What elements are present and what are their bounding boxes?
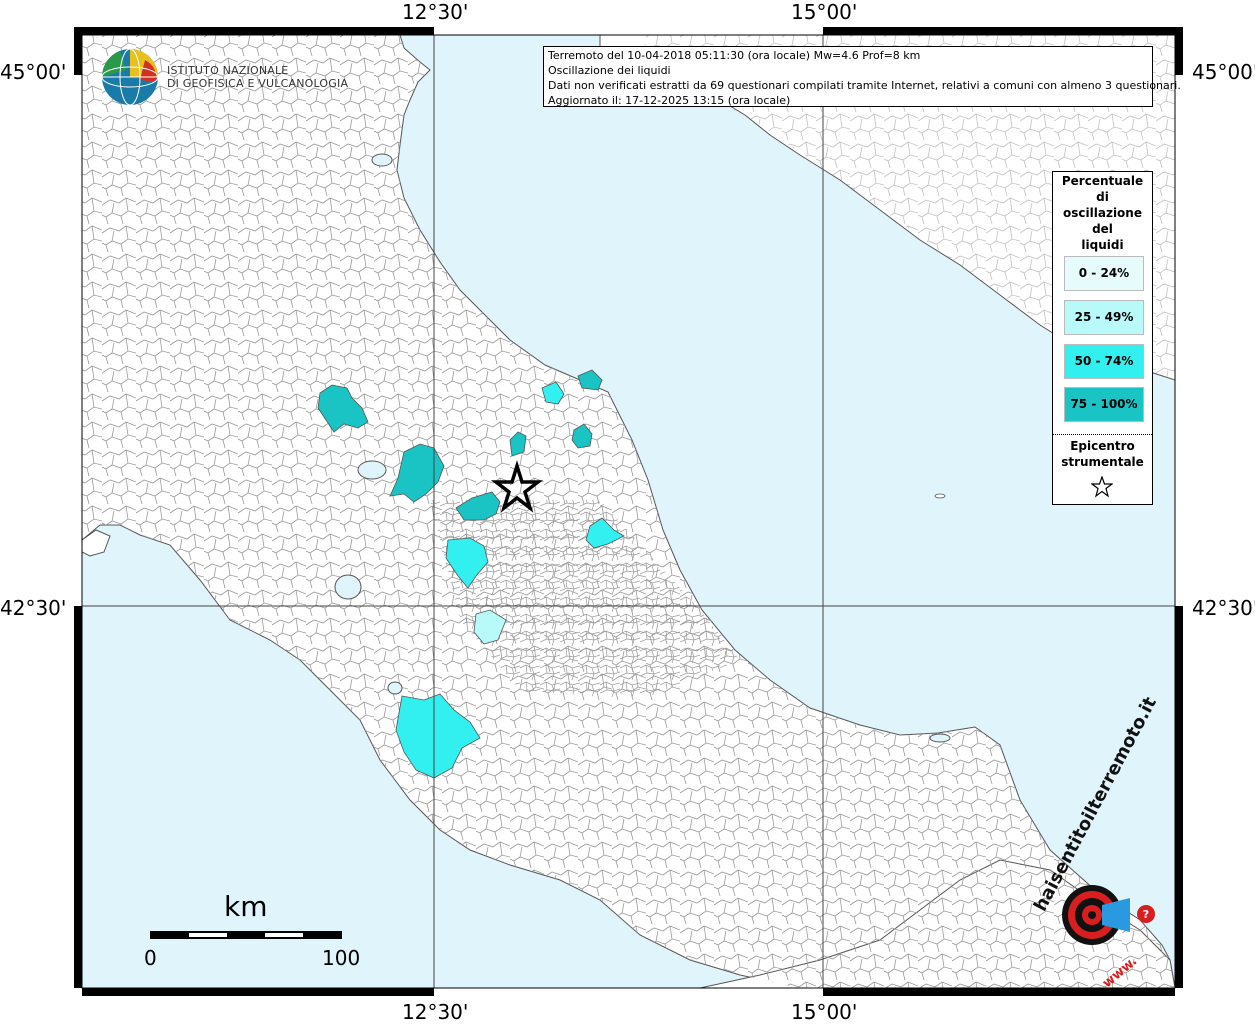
lon-label-top-1: 12°30'	[402, 0, 469, 24]
data-note-line: Dati non verificati estratti da 69 quest…	[548, 79, 1181, 92]
legend-class-25-49: 25 - 49%	[1064, 300, 1144, 335]
legend-star-icon	[1091, 476, 1113, 498]
ingv-logo-line1: ISTITUTO NAZIONALE	[167, 64, 289, 77]
legend-class-0-24: 0 - 24%	[1064, 256, 1144, 291]
lon-label-bottom-1: 12°30'	[402, 1000, 469, 1024]
event-line: Terremoto del 10-04-2018 05:11:30 (ora l…	[548, 49, 921, 62]
legend-title-l4: del	[1092, 222, 1113, 236]
map-type-line: Oscillazione dei liquidi	[548, 64, 671, 77]
ingv-logo-icon	[101, 48, 159, 106]
legend-class-75-100: 75 - 100%	[1064, 387, 1144, 422]
lon-label-bottom-2: 15°00'	[791, 1000, 858, 1024]
ingv-logo-line2: DI GEOFISICA E VULCANOLOGIA	[167, 77, 349, 90]
update-line: Aggiornato il: 17-12-2025 13:15 (ora loc…	[548, 94, 791, 107]
legend-title-l2: di	[1096, 190, 1109, 204]
legend-epicenter-label: Epicentro strumentale	[1053, 438, 1152, 470]
lake-bolsena	[334, 574, 362, 600]
scale-max: 100	[322, 946, 361, 970]
legend-title: Percentuale di oscillazione del liquidi	[1053, 172, 1152, 253]
scale-unit: km	[224, 890, 268, 923]
legend-epicenter-l2: strumentale	[1061, 455, 1144, 469]
lat-label-left-2: 42°30'	[0, 596, 67, 620]
legend-epicenter-l1: Epicentro	[1070, 439, 1135, 453]
legend-class-50-74: 50 - 74%	[1064, 344, 1144, 379]
lake-bracciano	[387, 681, 403, 695]
lon-label-top-2: 15°00'	[791, 0, 858, 24]
legend: Percentuale di oscillazione del liquidi …	[1052, 171, 1153, 505]
scale-bar	[150, 931, 342, 939]
legend-title-l5: liquidi	[1081, 238, 1124, 252]
lagoon-venice	[371, 153, 393, 167]
legend-title-l1: Percentuale	[1061, 174, 1144, 188]
legend-title-l3: oscillazione	[1063, 206, 1142, 220]
event-info-box: Terremoto del 10-04-2018 05:11:30 (ora l…	[543, 46, 1181, 107]
lagoon-lesina	[929, 733, 951, 743]
lat-label-right-2: 42°30'	[1192, 596, 1255, 620]
lat-label-left-1: 45°00'	[0, 60, 67, 84]
lake-trasimeno	[357, 460, 387, 480]
lat-label-right-1: 45°00'	[1192, 60, 1255, 84]
legend-separator	[1053, 434, 1152, 435]
scale-min: 0	[144, 946, 157, 970]
svg-text:?: ?	[1143, 908, 1149, 921]
tremiti-islands	[934, 493, 946, 499]
